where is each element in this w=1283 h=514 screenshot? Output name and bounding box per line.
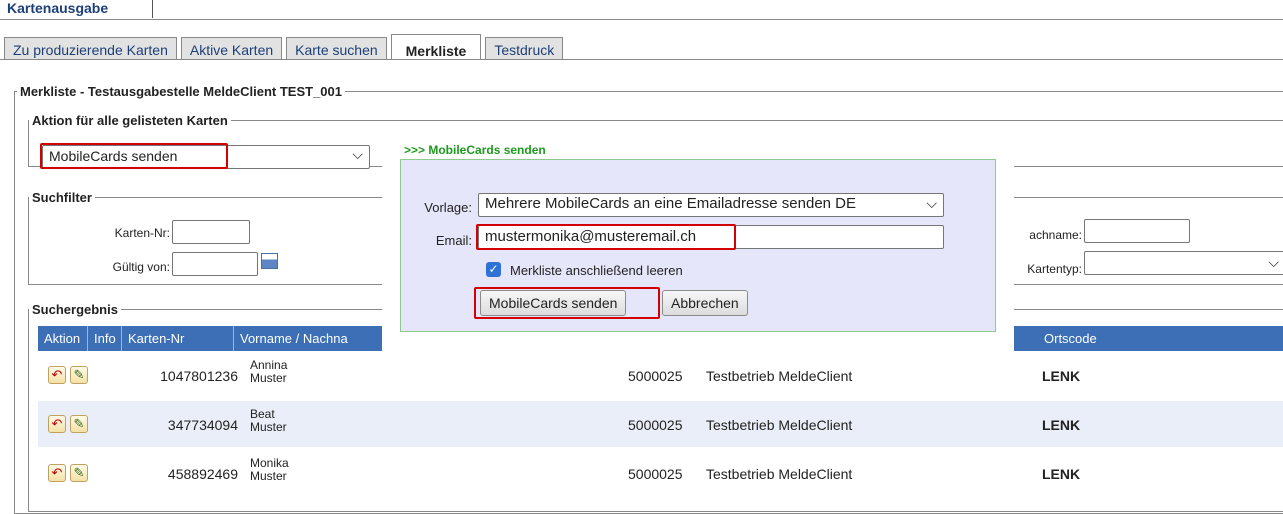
title-divider [0, 19, 1283, 20]
undo-arrow-icon[interactable]: ↶ [48, 366, 66, 384]
undo-arrow-icon[interactable]: ↶ [48, 464, 66, 482]
nachname-input[interactable] [1084, 219, 1190, 243]
karten-nr-input[interactable] [172, 220, 250, 244]
calendar-icon[interactable] [261, 253, 278, 269]
kartentyp-select[interactable]: ⌵ [1084, 251, 1283, 275]
send-button-highlight [474, 287, 660, 319]
nachname-label: achname: [1029, 228, 1082, 242]
result-legend: Suchergebnis [32, 302, 118, 317]
col-karten-nr[interactable]: Karten-Nr [122, 326, 234, 351]
chevron-down-icon: ⌵ [1268, 254, 1279, 270]
tab-divider [0, 59, 1283, 60]
pencil-icon[interactable]: ✎ [70, 464, 88, 482]
ortscode-cell: LENK [1042, 466, 1081, 482]
leeren-checkbox[interactable]: ✓ [486, 262, 501, 277]
tab-merkliste[interactable]: Merkliste [390, 34, 482, 60]
name-cell: Beat Muster [250, 408, 287, 434]
action-legend: Aktion für alle gelisteten Karten [32, 113, 228, 128]
undo-arrow-icon[interactable]: ↶ [48, 415, 66, 433]
action-select-highlight [40, 143, 228, 169]
tab-karte-suchen[interactable]: Karte suchen [286, 37, 387, 60]
betrieb-cell: Testbetrieb MeldeClient [706, 368, 853, 384]
table-row[interactable]: ↶ ✎ 347734094 Beat Muster 5000025 Testbet… [38, 401, 1283, 447]
gueltig-von-label: Gültig von: [112, 260, 170, 274]
name-cell: Annina Muster [250, 359, 287, 385]
karten-nr-cell: 1047801236 [160, 368, 238, 384]
email-label: Email: [435, 233, 472, 248]
dialog-title: >>> MobileCards senden [404, 143, 546, 157]
karten-nr-label: Karten-Nr: [114, 226, 170, 240]
chevron-down-icon: ⌵ [352, 146, 363, 162]
chevron-down-icon: ⌵ [926, 195, 937, 211]
nachname-text: Muster [250, 469, 287, 483]
nachname-text: Muster [250, 420, 287, 434]
tab-zu-produzierende-karten[interactable]: Zu produzierende Karten [4, 37, 177, 60]
kartentyp-label: Kartentyp: [1027, 262, 1082, 276]
tab-testdruck[interactable]: Testdruck [485, 37, 564, 60]
vorlage-label: Vorlage: [424, 200, 472, 215]
gueltig-von-input[interactable] [172, 252, 258, 276]
pencil-icon[interactable]: ✎ [70, 415, 88, 433]
betrieb-cell: Testbetrieb MeldeClient [706, 417, 853, 433]
email-highlight [476, 224, 736, 250]
col-info[interactable]: Info [88, 326, 122, 351]
betrieb-nr-cell: 5000025 [628, 466, 683, 482]
ortscode-cell: LENK [1042, 417, 1081, 433]
karten-nr-cell: 347734094 [167, 417, 238, 433]
filter-legend: Suchfilter [32, 190, 92, 205]
tab-aktive-karten[interactable]: Aktive Karten [180, 37, 283, 60]
pencil-icon[interactable]: ✎ [70, 366, 88, 384]
vorlage-select-value: Mehrere MobileCards an eine Emailadresse… [485, 195, 857, 212]
karten-nr-cell: 458892469 [167, 466, 238, 482]
table-row[interactable]: ↶ ✎ 1047801236 Annina Muster 5000025 Test… [38, 352, 1283, 398]
nachname-text: Muster [250, 371, 287, 385]
col-aktion[interactable]: Aktion [38, 326, 88, 351]
vorlage-select[interactable]: Mehrere MobileCards an eine Emailadresse… [478, 193, 944, 217]
ortscode-cell: LENK [1042, 368, 1081, 384]
tab-bar: Zu produzierende Karten Aktive Karten Ka… [4, 34, 567, 60]
name-cell: Monika Muster [250, 457, 289, 483]
betrieb-cell: Testbetrieb MeldeClient [706, 466, 853, 482]
betrieb-nr-cell: 5000025 [628, 417, 683, 433]
betrieb-nr-cell: 5000025 [628, 368, 683, 384]
abbrechen-button[interactable]: Abbrechen [662, 290, 748, 316]
app-title: Kartenausgabe [3, 0, 153, 18]
merkliste-legend: Merkliste - Testausgabestelle MeldeClien… [20, 84, 342, 99]
table-row[interactable]: ↶ ✎ 458892469 Monika Muster 5000025 Testb… [38, 450, 1283, 496]
leeren-label: Merkliste anschließend leeren [510, 263, 683, 278]
col-ortscode[interactable]: Ortscode [1014, 326, 1283, 351]
